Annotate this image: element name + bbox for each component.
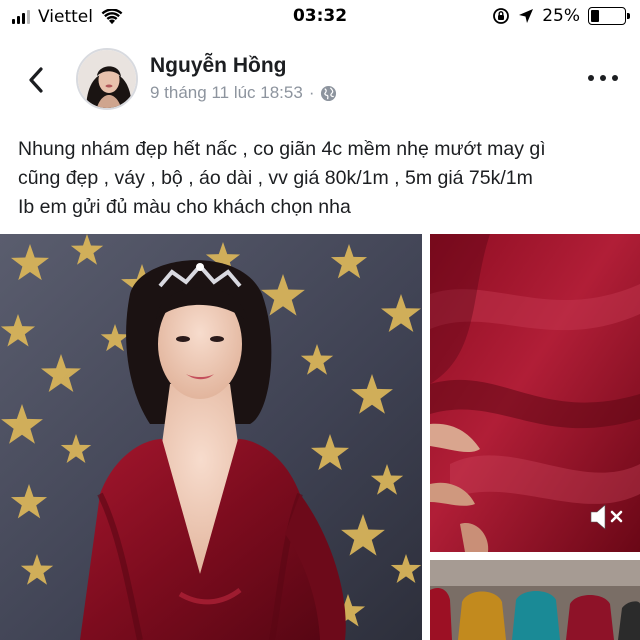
back-button[interactable] bbox=[18, 62, 54, 98]
meta-separator: · bbox=[308, 83, 315, 102]
post-text: Nhung nhám đẹp hết nấc , co giãn 4c mềm … bbox=[18, 135, 628, 222]
author-name[interactable]: Nguyễn Hồng bbox=[150, 54, 287, 78]
post-text-line: Ib em gửi đủ màu cho khách chọn nha bbox=[18, 196, 351, 218]
post-photo-swatches[interactable] bbox=[430, 560, 640, 640]
rotation-lock-icon bbox=[493, 8, 510, 24]
more-horizontal-icon bbox=[588, 75, 594, 81]
more-options-button[interactable] bbox=[588, 66, 618, 90]
photo-woman-red-velvet bbox=[0, 234, 422, 640]
more-dot bbox=[600, 75, 606, 81]
battery-percent: 25% bbox=[542, 6, 580, 26]
photo-velvet-swatches bbox=[430, 560, 640, 640]
status-right: 25% bbox=[492, 6, 630, 26]
post-meta: 9 tháng 11 lúc 18:53 · bbox=[150, 83, 337, 103]
mute-button[interactable] bbox=[588, 500, 628, 534]
avatar-photo bbox=[78, 50, 136, 108]
more-dot bbox=[612, 75, 618, 81]
post-text-line: Nhung nhám đẹp hết nấc , co giãn 4c mềm … bbox=[18, 138, 546, 160]
battery-icon bbox=[588, 7, 630, 25]
globe-icon bbox=[321, 85, 337, 101]
author-avatar[interactable] bbox=[76, 48, 138, 110]
speaker-muted-icon bbox=[590, 504, 623, 530]
post-photo-main[interactable] bbox=[0, 234, 422, 640]
battery-fill bbox=[591, 10, 599, 22]
post-timestamp[interactable]: 9 tháng 11 lúc 18:53 bbox=[150, 83, 303, 103]
location-arrow-icon bbox=[519, 9, 534, 23]
chevron-left-icon bbox=[29, 67, 43, 93]
post-text-line: cũng đẹp , váy , bộ , áo dài , vv giá 80… bbox=[18, 167, 533, 189]
status-bar: Viettel 03:32 25% bbox=[0, 0, 640, 34]
